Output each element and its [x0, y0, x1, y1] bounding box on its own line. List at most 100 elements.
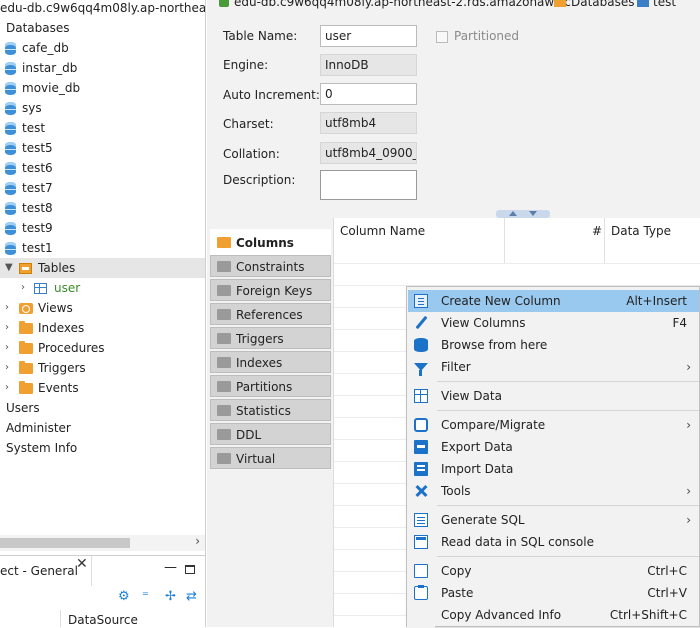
menu-item-view-columns[interactable]: View Columns F4: [408, 312, 699, 334]
collation-select[interactable]: utf8mb4_0900_ai: [320, 142, 417, 164]
gear-icon[interactable]: ⚙: [118, 589, 130, 604]
tab-foreign-keys[interactable]: Foreign Keys: [210, 279, 331, 301]
tree-folder-procedures[interactable]: › Procedures: [0, 338, 205, 358]
chevron-right-icon[interactable]: ›: [21, 278, 25, 298]
chevron-right-icon[interactable]: ›: [5, 298, 9, 318]
tree-db-instar_db[interactable]: instar_db: [0, 58, 205, 78]
menu-item-copy-advanced-info[interactable]: Copy Advanced Info Ctrl+Shift+C: [408, 604, 699, 626]
splitter-grip-icon[interactable]: [496, 210, 550, 218]
chevron-down-icon[interactable]: ▼: [5, 258, 13, 278]
breadcrumb-connection[interactable]: edu-db.c9w6qq4m08ly.ap-northeast-2.rds.a…: [234, 0, 571, 9]
tree-db-test[interactable]: test: [0, 118, 205, 138]
menu-item-copy[interactable]: Copy Ctrl+C: [408, 560, 699, 582]
menu-item-view-data[interactable]: View Data: [408, 385, 699, 407]
menu-item-tools[interactable]: Tools ›: [408, 480, 699, 502]
tab-partitions[interactable]: Partitions: [210, 375, 331, 397]
folder-icon: [19, 341, 33, 354]
tree-db-test1[interactable]: test1: [0, 238, 205, 258]
tab-indexes[interactable]: Indexes: [210, 351, 331, 373]
tree-folder-label: Procedures: [38, 341, 105, 355]
tree-db-test6[interactable]: test6: [0, 158, 205, 178]
tab-virtual[interactable]: Virtual: [210, 447, 331, 469]
maximize-icon[interactable]: [185, 565, 195, 574]
tree-system-info[interactable]: System Info: [0, 438, 205, 458]
tree-users[interactable]: Users: [0, 398, 205, 418]
breadcrumb-next[interactable]: test: [653, 0, 676, 9]
menu-separator: [437, 381, 699, 382]
tree-db-label: test1: [22, 241, 53, 255]
partitioned-checkbox[interactable]: [436, 31, 448, 43]
database-icon: [5, 222, 16, 235]
menu-item-label: View Columns: [441, 316, 526, 330]
panel-splitter[interactable]: [207, 208, 700, 216]
description-input[interactable]: [320, 170, 417, 200]
engine-select[interactable]: InnoDB: [320, 54, 417, 76]
breadcrumb-databases[interactable]: Databases: [571, 0, 635, 9]
tree-db-cafe_db[interactable]: cafe_db: [0, 38, 205, 58]
tab-ddl[interactable]: DDL: [210, 423, 331, 445]
tree-databases-label: Databases: [6, 21, 70, 35]
columns-icon: [217, 237, 231, 248]
charset-select[interactable]: utf8mb4: [320, 112, 417, 134]
col-header-hash[interactable]: #: [592, 224, 602, 238]
menu-item-filter[interactable]: Filter ›: [408, 356, 699, 378]
chevron-right-icon[interactable]: ›: [195, 534, 200, 548]
tree-db-sys[interactable]: sys: [0, 98, 205, 118]
scrollbar-thumb[interactable]: [0, 538, 130, 548]
tree-table-user[interactable]: › user: [0, 278, 205, 298]
submenu-arrow-icon: ›: [686, 513, 691, 527]
menu-separator: [437, 556, 699, 557]
menu-item-compare-migrate[interactable]: Compare/Migrate ›: [408, 414, 699, 436]
menu-item-create-new-column[interactable]: Create New Column Alt+Insert: [408, 290, 699, 312]
tab-statistics[interactable]: Statistics: [210, 399, 331, 421]
menu-item-label: Copy: [441, 564, 472, 578]
menu-item-read-data-in-sql-console[interactable]: Read data in SQL console: [408, 531, 699, 553]
tree-db-movie_db[interactable]: movie_db: [0, 78, 205, 98]
tree-databases[interactable]: Databases: [0, 18, 205, 38]
tree-folder-triggers[interactable]: › Triggers: [0, 358, 205, 378]
tree-folder-indexes[interactable]: › Indexes: [0, 318, 205, 338]
databases-folder-icon: [554, 0, 566, 7]
tree-db-test8[interactable]: test8: [0, 198, 205, 218]
foreign-keys-icon: [217, 285, 231, 296]
submenu-arrow-icon: ›: [686, 484, 691, 498]
close-icon[interactable]: ✕: [76, 556, 88, 572]
tab-label: Statistics: [236, 404, 291, 418]
menu-item-browse-from-here[interactable]: Browse from here: [408, 334, 699, 356]
tree-administer[interactable]: Administer: [0, 418, 205, 438]
sync-icon[interactable]: ⇄: [186, 589, 197, 604]
edit-pen-icon: [414, 316, 428, 330]
tree-tables[interactable]: ▼ Tables: [0, 258, 205, 278]
tree-horizontal-scrollbar[interactable]: ›: [0, 534, 205, 551]
menu-item-export-data[interactable]: Export Data: [408, 436, 699, 458]
tree-db-test7[interactable]: test7: [0, 178, 205, 198]
tree-table-user-label: user: [54, 281, 81, 295]
tab-triggers[interactable]: Triggers: [210, 327, 331, 349]
chevron-right-icon[interactable]: ›: [5, 338, 9, 358]
tab-columns[interactable]: Columns: [210, 229, 331, 255]
chevron-right-icon[interactable]: ›: [5, 378, 9, 398]
menu-item-generate-sql[interactable]: Generate SQL ›: [408, 509, 699, 531]
auto-increment-input[interactable]: 0: [320, 83, 417, 105]
project-panel: ect - General ✕ — ⚙ ⁼ ✢ ⇄ DataSource: [0, 555, 205, 627]
minimize-icon[interactable]: —: [164, 560, 177, 575]
tab-constraints[interactable]: Constraints: [210, 255, 331, 277]
chevron-right-icon[interactable]: ›: [5, 358, 9, 378]
tree-folder-events[interactable]: › Events: [0, 378, 205, 398]
tree-connection[interactable]: edu-db.c9w6qq4m08ly.ap-northeast-2.r: [0, 0, 205, 18]
tree-folder-views[interactable]: › Views: [0, 298, 205, 318]
tree-db-test9[interactable]: test9: [0, 218, 205, 238]
collapse-icon[interactable]: ⁼: [142, 589, 149, 604]
references-icon: [217, 309, 231, 320]
menu-item-import-data[interactable]: Import Data: [408, 458, 699, 480]
grid-row-line: [334, 263, 700, 264]
tree-db-test5[interactable]: test5: [0, 138, 205, 158]
link-icon[interactable]: ✢: [165, 589, 176, 604]
tab-label: References: [236, 308, 303, 322]
chevron-right-icon[interactable]: ›: [5, 318, 9, 338]
tab-references[interactable]: References: [210, 303, 331, 325]
col-header-name[interactable]: Column Name: [340, 224, 425, 238]
menu-item-paste[interactable]: Paste Ctrl+V: [408, 582, 699, 604]
col-header-type[interactable]: Data Type: [611, 224, 671, 238]
table-name-input[interactable]: user: [320, 25, 417, 47]
